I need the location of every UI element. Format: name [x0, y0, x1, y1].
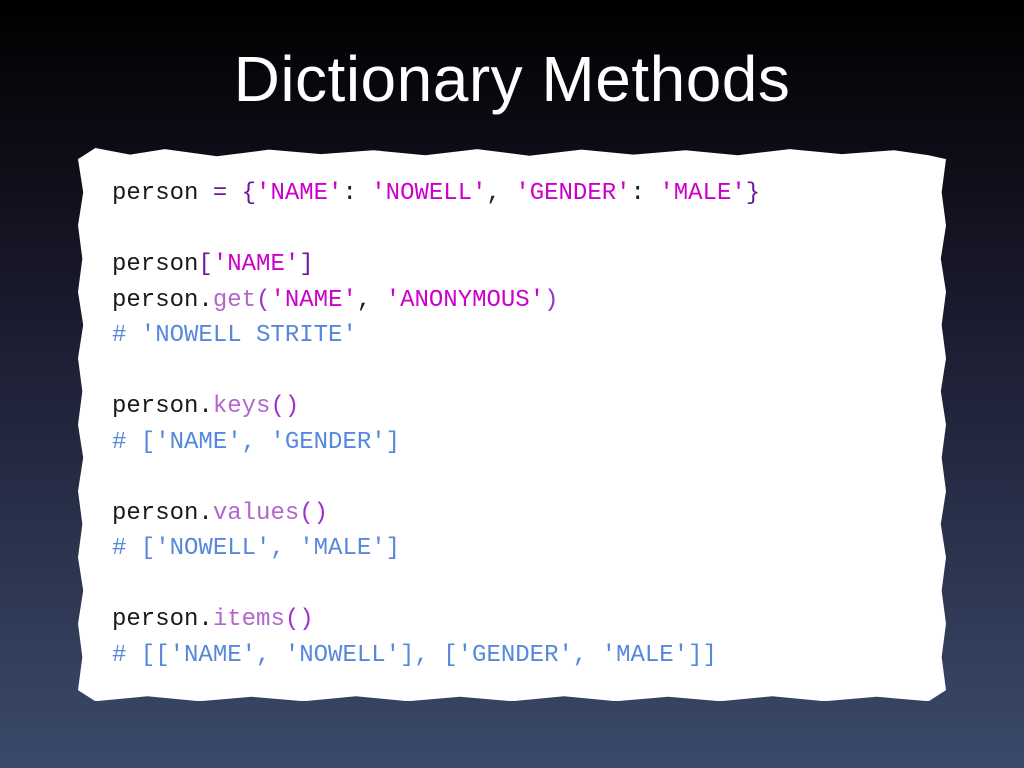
- bracket-close: ]: [299, 251, 313, 278]
- brace-open: {: [242, 180, 256, 207]
- code-line: # ['NOWELL', 'MALE']: [112, 531, 918, 567]
- dot: .: [198, 287, 212, 314]
- code-line: # 'NOWELL STRITE': [112, 318, 918, 354]
- identifier: person: [112, 180, 198, 207]
- dot: .: [198, 393, 212, 420]
- punct: ,: [487, 180, 516, 207]
- string-literal: 'NOWELL': [371, 180, 486, 207]
- paren-close: ): [544, 287, 558, 314]
- punct: :: [631, 180, 660, 207]
- code-line: person.values(): [112, 496, 918, 532]
- dot: .: [198, 500, 212, 527]
- string-literal: 'ANONYMOUS': [386, 287, 544, 314]
- code-line: person = {'NAME': 'NOWELL', 'GENDER': 'M…: [112, 176, 918, 212]
- code-line: # ['NAME', 'GENDER']: [112, 425, 918, 461]
- code-line: # [['NAME', 'NOWELL'], ['GENDER', 'MALE'…: [112, 638, 918, 674]
- brace-close: }: [746, 180, 760, 207]
- bracket-open: [: [198, 251, 212, 278]
- string-literal: 'NAME': [213, 251, 299, 278]
- paren-open: (: [299, 500, 313, 527]
- identifier: person: [112, 500, 198, 527]
- blank-line: [112, 567, 918, 603]
- method-name: keys: [213, 393, 271, 420]
- identifier: person: [112, 251, 198, 278]
- blank-line: [112, 354, 918, 390]
- code-line: person['NAME']: [112, 247, 918, 283]
- slide-title: Dictionary Methods: [0, 0, 1024, 116]
- method-name: values: [213, 500, 299, 527]
- method-name: items: [213, 606, 285, 633]
- string-literal: 'NAME': [256, 180, 342, 207]
- paren-open: (: [256, 287, 270, 314]
- paren-open: (: [285, 606, 299, 633]
- dot: .: [198, 606, 212, 633]
- punct: ,: [357, 287, 386, 314]
- paren-open: (: [270, 393, 284, 420]
- identifier: person: [112, 287, 198, 314]
- method-name: get: [213, 287, 256, 314]
- code-line: person.keys(): [112, 389, 918, 425]
- identifier: person: [112, 393, 198, 420]
- identifier: person: [112, 606, 198, 633]
- code-line: person.items(): [112, 602, 918, 638]
- blank-line: [112, 460, 918, 496]
- blank-line: [112, 212, 918, 248]
- string-literal: 'NAME': [270, 287, 356, 314]
- comment: # 'NOWELL STRITE': [112, 322, 357, 349]
- string-literal: 'GENDER': [515, 180, 630, 207]
- code-line: person.get('NAME', 'ANONYMOUS'): [112, 283, 918, 319]
- paren-close: ): [299, 606, 313, 633]
- code-block: person = {'NAME': 'NOWELL', 'GENDER': 'M…: [112, 176, 918, 673]
- paren-close: ): [314, 500, 328, 527]
- code-card: person = {'NAME': 'NOWELL', 'GENDER': 'M…: [78, 148, 946, 701]
- punct: :: [342, 180, 371, 207]
- comment: # [['NAME', 'NOWELL'], ['GENDER', 'MALE'…: [112, 642, 717, 669]
- comment: # ['NAME', 'GENDER']: [112, 429, 400, 456]
- paren-close: ): [285, 393, 299, 420]
- operator-equals: =: [198, 180, 241, 207]
- string-literal: 'MALE': [659, 180, 745, 207]
- comment: # ['NOWELL', 'MALE']: [112, 535, 400, 562]
